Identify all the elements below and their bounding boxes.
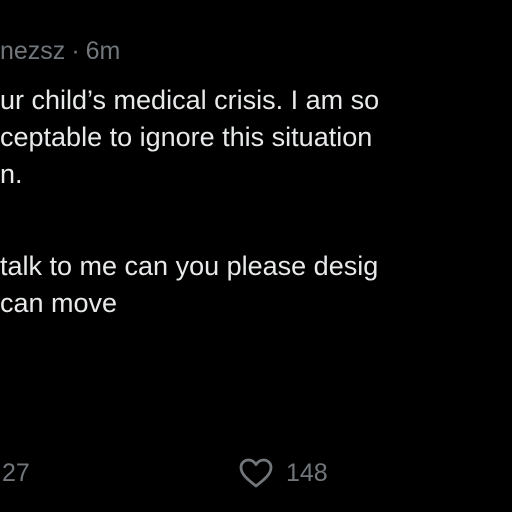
action-bar: 27 148 [0, 452, 512, 494]
author-handle[interactable]: nezsz [0, 37, 65, 65]
heart-icon [238, 457, 274, 489]
post-body: ur child’s medical crisis. I am so cepta… [0, 82, 512, 322]
post-line: can move [0, 288, 118, 318]
post-timestamp[interactable]: 6m [86, 37, 121, 65]
reply-count: 27 [2, 458, 30, 487]
like-button[interactable]: 148 [238, 452, 328, 494]
like-count: 148 [286, 458, 328, 487]
post-meta: nezsz · 6m [0, 34, 120, 68]
post-line: ceptable to ignore this situation [0, 122, 373, 152]
reply-button[interactable]: 27 [2, 452, 30, 494]
post-line: talk to me can you please desig [0, 251, 379, 281]
post-line: n. [0, 159, 23, 189]
post-line: ur child’s medical crisis. I am so [0, 85, 380, 115]
post-card[interactable]: nezsz · 6m ur child’s medical crisis. I am… [0, 0, 512, 512]
meta-separator: · [71, 37, 80, 65]
